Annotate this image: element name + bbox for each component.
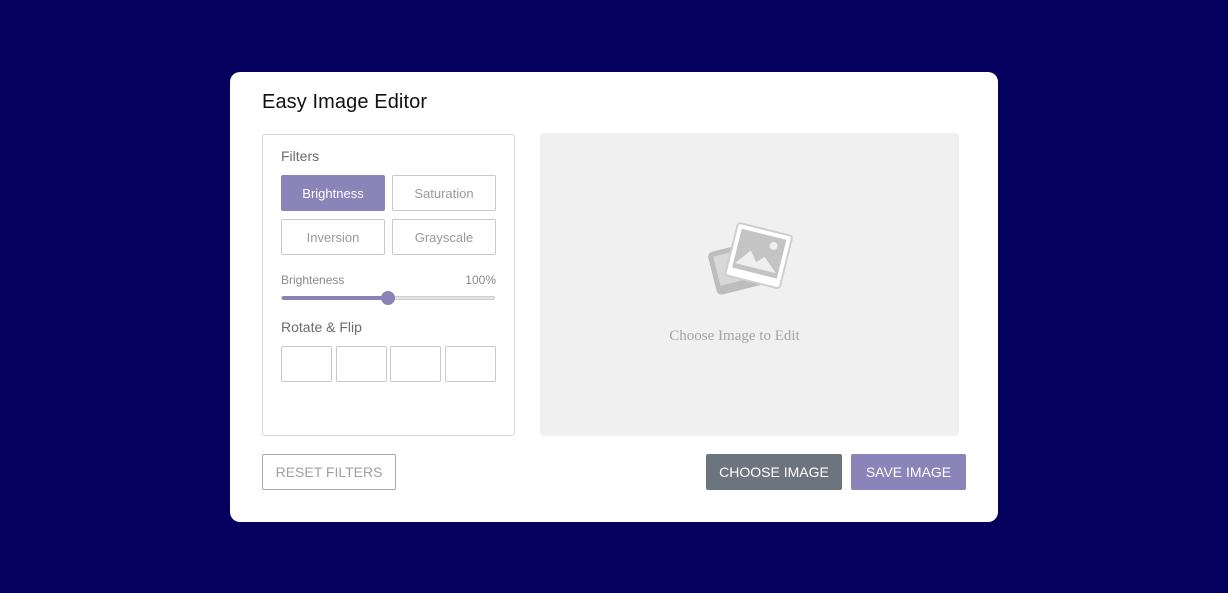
filter-grayscale-button[interactable]: Grayscale [392, 219, 496, 255]
flip-horizontal-button[interactable] [390, 346, 441, 382]
slider-thumb[interactable] [381, 291, 395, 305]
slider-info: Brighteness 100% [281, 273, 496, 287]
filter-brightness-button[interactable]: Brightness [281, 175, 385, 211]
slider-fill [282, 296, 388, 300]
save-image-button[interactable]: SAVE IMAGE [851, 454, 966, 490]
rotate-left-button[interactable] [281, 346, 332, 382]
rotate-flip-label: Rotate & Flip [281, 319, 362, 335]
filters-panel: Filters Brightness Saturation Inversion … [262, 134, 515, 436]
choose-image-button[interactable]: CHOOSE IMAGE [706, 454, 842, 490]
slider-value: 100% [465, 273, 496, 287]
slider-name: Brighteness [281, 273, 345, 287]
brightness-slider[interactable] [281, 291, 495, 305]
editor-card: Easy Image Editor Filters Brightness Sat… [230, 72, 998, 522]
image-placeholder-icon [708, 222, 793, 295]
image-preview-area: Choose Image to Edit [540, 133, 959, 436]
placeholder-text: Choose Image to Edit [669, 328, 800, 344]
rotate-right-button[interactable] [336, 346, 387, 382]
reset-filters-button[interactable]: RESET FILTERS [262, 454, 396, 490]
flip-vertical-button[interactable] [445, 346, 496, 382]
filter-inversion-button[interactable]: Inversion [281, 219, 385, 255]
filter-saturation-button[interactable]: Saturation [392, 175, 496, 211]
filters-label: Filters [281, 148, 320, 164]
page-title: Easy Image Editor [262, 91, 428, 113]
